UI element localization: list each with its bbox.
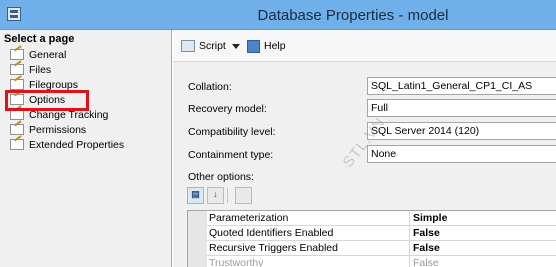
select-page-header: Select a page	[4, 33, 75, 45]
grid-column-divider	[409, 241, 410, 256]
page-icon	[10, 139, 24, 150]
compatibility-level-label: Compatibility level:	[188, 126, 276, 138]
help-label: Help	[264, 40, 286, 52]
database-window-icon[interactable]	[7, 7, 21, 21]
containment-type-label: Containment type:	[188, 149, 274, 161]
toolbar-divider	[227, 188, 228, 203]
page-item-extended-properties[interactable]: Extended Properties	[10, 137, 124, 152]
grid-row-name: Trustworthy	[209, 257, 264, 267]
categorized-icon[interactable]: ▤	[187, 187, 204, 204]
compatibility-level-dropdown[interactable]: SQL Server 2014 (120)	[367, 122, 556, 140]
page-icon	[10, 49, 24, 60]
page-item-permissions[interactable]: Permissions	[10, 122, 86, 137]
page-item-label: Files	[29, 63, 52, 76]
grid-row-name: Recursive Triggers Enabled	[209, 242, 338, 254]
grid-row-value[interactable]: False	[413, 242, 440, 254]
other-options-label: Other options:	[188, 171, 254, 183]
recovery-model-label: Recovery model:	[188, 103, 267, 115]
containment-type-dropdown[interactable]: None	[367, 145, 556, 163]
page-icon	[10, 124, 24, 135]
property-pages-icon[interactable]	[235, 187, 252, 204]
script-label: Script	[199, 40, 226, 52]
toolbar: Script Help	[173, 30, 556, 62]
grid-row-trustworthy[interactable]: Trustworthy False	[207, 256, 556, 267]
grid-row-value[interactable]: Simple	[413, 212, 447, 224]
dropdown-arrow-icon[interactable]	[231, 43, 240, 49]
script-icon	[181, 40, 195, 52]
grid-column-divider	[409, 256, 410, 267]
grid-column-divider	[409, 211, 410, 226]
collation-label: Collation:	[188, 81, 232, 93]
grid-row-name: Parameterization	[209, 212, 289, 224]
help-icon	[247, 39, 260, 53]
property-grid-toolbar: ▤ ↓	[187, 186, 257, 206]
recovery-model-dropdown[interactable]: Full	[367, 99, 556, 117]
help-button[interactable]: Help	[247, 38, 286, 54]
grid-gutter	[188, 211, 207, 267]
script-button[interactable]: Script	[181, 38, 240, 54]
alphabetical-icon[interactable]: ↓	[207, 187, 224, 204]
title-bar: Database Properties - model	[0, 0, 556, 30]
page-item-general[interactable]: General	[10, 47, 66, 62]
page-item-label: General	[29, 48, 67, 61]
grid-row-value[interactable]: False	[413, 227, 440, 239]
options-highlight-box	[5, 90, 89, 111]
page-item-label: Filegroups	[29, 78, 79, 91]
window-title: Database Properties - model	[257, 7, 449, 24]
collation-dropdown[interactable]: SQL_Latin1_General_CP1_CI_AS	[367, 77, 556, 95]
select-page-pane: Select a page General Files Filegroups O…	[0, 30, 172, 267]
page-item-label: Extended Properties	[29, 138, 125, 151]
grid-row-name: Quoted Identifiers Enabled	[209, 227, 334, 239]
page-icon	[10, 79, 24, 90]
page-item-files[interactable]: Files	[10, 62, 51, 77]
grid-row-value[interactable]: False	[413, 257, 439, 267]
options-property-grid: Parameterization Simple Quoted Identifie…	[187, 210, 556, 267]
options-page: Collation: SQL_Latin1_General_CP1_CI_AS …	[173, 62, 556, 267]
grid-row-recursive-triggers[interactable]: Recursive Triggers Enabled False	[207, 241, 556, 256]
page-item-label: Permissions	[29, 123, 87, 136]
grid-row-quoted-identifiers[interactable]: Quoted Identifiers Enabled False	[207, 226, 556, 241]
grid-row-parameterization[interactable]: Parameterization Simple	[207, 211, 556, 226]
page-icon	[10, 64, 24, 75]
grid-column-divider	[409, 226, 410, 241]
